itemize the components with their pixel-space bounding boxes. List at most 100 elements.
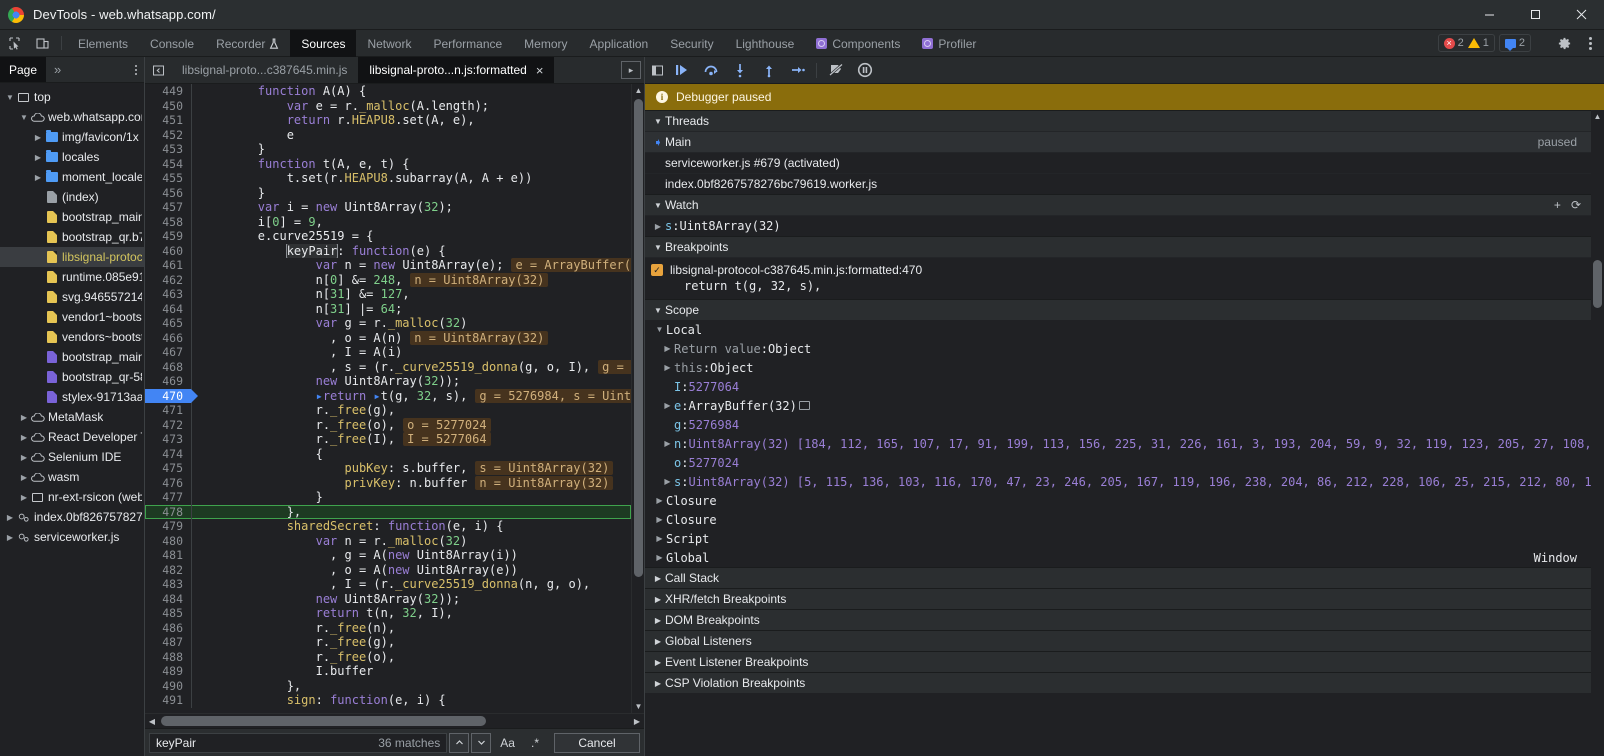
chevron-right-icon[interactable]: ▶: [651, 595, 665, 604]
tab-lighthouse[interactable]: Lighthouse: [725, 30, 806, 57]
tree-item[interactable]: (index): [0, 187, 144, 207]
line-number[interactable]: 489: [145, 664, 191, 679]
scope-variable[interactable]: o: 5277024: [645, 453, 1591, 472]
chevron-right-icon[interactable]: ▶: [661, 344, 674, 353]
line-number[interactable]: 470: [145, 388, 198, 403]
close-tab-icon[interactable]: ×: [536, 64, 544, 77]
tree-item[interactable]: ▶ moment_locales: [0, 167, 144, 187]
gear-icon[interactable]: [1550, 36, 1579, 51]
line-number[interactable]: 478: [145, 505, 191, 520]
warning-badge[interactable]: 1: [1467, 37, 1489, 49]
chevron-down-icon[interactable]: ▼: [651, 201, 665, 210]
tree-item[interactable]: ▶ wasm: [0, 467, 144, 487]
add-watch-expression-icon[interactable]: +: [1554, 198, 1561, 212]
line-number[interactable]: 477: [145, 490, 191, 505]
chevron-right-icon[interactable]: ▶: [651, 658, 665, 667]
code-line[interactable]: 472 r._free(o), o = 5277024: [145, 417, 631, 433]
chevron-right-icon[interactable]: ▶: [651, 574, 665, 583]
code-line[interactable]: 487 r._free(g),: [145, 635, 631, 650]
thread-item[interactable]: serviceworker.js #679 (activated): [645, 152, 1591, 173]
section-header-watch[interactable]: ▼ Watch + ⟳: [645, 194, 1591, 215]
line-number[interactable]: 459: [145, 229, 191, 244]
issues-badge-group[interactable]: × 2 1: [1437, 34, 1495, 52]
scope-group[interactable]: ▶ Script: [645, 529, 1591, 548]
code-line[interactable]: 449 function A(A) {: [145, 84, 631, 99]
scope-group[interactable]: ▶ Closure: [645, 491, 1591, 510]
line-number[interactable]: 468: [145, 360, 191, 375]
navigator-more-tabs-icon[interactable]: »: [46, 57, 69, 82]
scope-variable[interactable]: ▶ s: Uint8Array(32) [5, 115, 136, 103, 11…: [645, 472, 1591, 491]
line-number[interactable]: 482: [145, 563, 191, 578]
tree-item[interactable]: libsignal-protoco: [0, 247, 144, 267]
chevron-right-icon[interactable]: ▶: [651, 616, 665, 625]
tab-application[interactable]: Application: [579, 30, 660, 57]
editor-vertical-scrollbar[interactable]: ▲ ▼: [631, 84, 644, 713]
chevron-down-icon[interactable]: ▼: [18, 113, 30, 122]
editor-tab[interactable]: libsignal-proto...n.js:formatted ×: [358, 57, 555, 83]
tab-elements[interactable]: Elements: [67, 30, 139, 57]
code-line[interactable]: 480 var n = r._malloc(32): [145, 533, 631, 548]
code-line[interactable]: 485 return t(n, 32, I),: [145, 606, 631, 621]
code-line[interactable]: 468 , s = (r._curve25519_donna(g, o, I),…: [145, 359, 631, 375]
code-line[interactable]: 450 var e = r._malloc(A.length);: [145, 98, 631, 114]
tree-item[interactable]: ▶ MetaMask: [0, 407, 144, 427]
code-line[interactable]: 458 i[0] = 9,: [145, 214, 631, 230]
tab-performance[interactable]: Performance: [422, 30, 513, 57]
chevron-right-icon[interactable]: ▶: [18, 473, 30, 482]
line-number[interactable]: 487: [145, 635, 191, 650]
editor-horizontal-scrollbar[interactable]: ◀ ▶: [145, 713, 644, 728]
code-line[interactable]: 470 ▸return ▸t(g, 32, s), g = 5276984, s …: [145, 388, 631, 403]
chevron-right-icon[interactable]: ▶: [653, 534, 666, 543]
chevron-right-icon[interactable]: ▶: [653, 553, 666, 562]
tab-recorder[interactable]: Recorder: [205, 30, 290, 57]
line-number[interactable]: 458: [145, 215, 191, 230]
line-number[interactable]: 490: [145, 679, 191, 694]
code-line[interactable]: 484 new Uint8Array(32));: [145, 591, 631, 607]
code-line[interactable]: 462 n[0] &= 248, n = Uint8Array(32): [145, 272, 631, 287]
tab-memory[interactable]: Memory: [513, 30, 578, 57]
scope-variable[interactable]: ▶ Return value: Object: [645, 339, 1591, 358]
tree-item[interactable]: ▶ serviceworker.js: [0, 527, 144, 547]
line-number[interactable]: 457: [145, 200, 191, 215]
code-line[interactable]: 483 , I = (r._curve25519_donna(n, g, o),: [145, 577, 631, 592]
tree-item[interactable]: ▼ web.whatsapp.com: [0, 107, 144, 127]
editor-tab[interactable]: libsignal-proto...c387645.min.js: [171, 57, 358, 83]
line-number[interactable]: 455: [145, 171, 191, 186]
code-line[interactable]: 457 var i = new Uint8Array(32);: [145, 200, 631, 215]
section-header-csp-violation-breakpoints[interactable]: ▶ CSP Violation Breakpoints: [645, 672, 1591, 693]
code-line[interactable]: 469 new Uint8Array(32));: [145, 374, 631, 389]
chevron-right-icon[interactable]: ▶: [651, 222, 665, 231]
tree-item[interactable]: bootstrap_qr-583: [0, 367, 144, 387]
line-number[interactable]: 479: [145, 519, 191, 534]
inspect-element-icon[interactable]: [0, 30, 28, 56]
chevron-down-icon[interactable]: ▼: [651, 243, 665, 252]
code-line[interactable]: 489 I.buffer: [145, 664, 631, 679]
match-case-toggle[interactable]: Aa: [493, 736, 522, 750]
line-number[interactable]: 484: [145, 592, 191, 607]
chevron-right-icon[interactable]: ▶: [653, 515, 666, 524]
minimize-button[interactable]: [1466, 0, 1512, 30]
code-line[interactable]: 465 var g = r._malloc(32): [145, 316, 631, 331]
section-header-call-stack[interactable]: ▶ Call Stack: [645, 567, 1591, 588]
scroll-left-icon[interactable]: ◀: [145, 717, 159, 726]
chevron-right-icon[interactable]: ▶: [661, 401, 674, 410]
chevron-right-icon[interactable]: ▶: [661, 439, 674, 448]
scope-group[interactable]: ▶ Global Window: [645, 548, 1591, 567]
line-number[interactable]: 491: [145, 693, 191, 708]
chevron-right-icon[interactable]: ▶: [32, 173, 44, 182]
line-number[interactable]: 486: [145, 621, 191, 636]
section-header-scope[interactable]: ▼ Scope: [645, 299, 1591, 320]
line-number[interactable]: 475: [145, 461, 191, 476]
code-line[interactable]: 452 e: [145, 127, 631, 142]
line-number[interactable]: 472: [145, 418, 191, 433]
deactivate-breakpoints-button[interactable]: [821, 57, 850, 84]
line-number[interactable]: 450: [145, 99, 191, 114]
show-navigator-icon[interactable]: [145, 57, 171, 83]
chevron-right-icon[interactable]: ▶: [32, 153, 44, 162]
thread-item[interactable]: ➧ Main paused: [645, 131, 1591, 152]
chevron-right-icon[interactable]: ▶: [18, 493, 30, 502]
line-number[interactable]: 471: [145, 403, 191, 418]
tree-item[interactable]: ▶ React Developer To: [0, 427, 144, 447]
line-number[interactable]: 473: [145, 432, 191, 447]
line-number[interactable]: 476: [145, 476, 191, 491]
